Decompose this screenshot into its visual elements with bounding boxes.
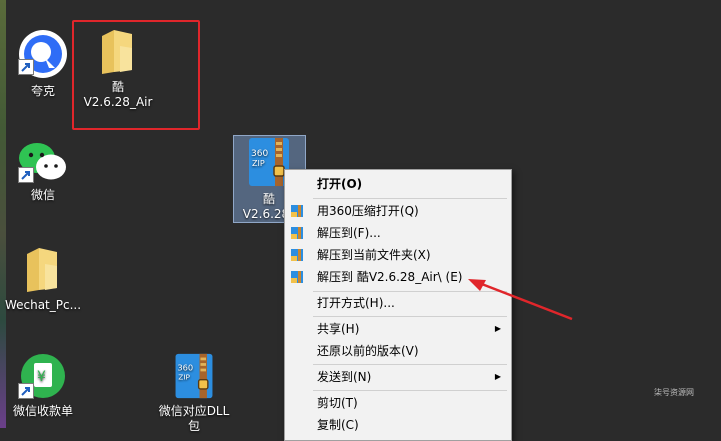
menu-item-share[interactable]: 共享(H) ▶ [285,318,511,340]
360-zip-icon [291,271,303,283]
menu-separator [313,198,507,199]
wechat-pay-desktop-icon[interactable]: ¥ 微信收款单 [4,352,82,419]
submenu-arrow-icon: ▶ [494,324,501,333]
360-zip-icon [291,227,303,239]
folder-desktop-icon[interactable]: 酷 V2.6.28_Air [78,26,158,110]
folder-top-label: 酷 V2.6.28_Air [83,80,153,109]
folder-icon [102,30,132,74]
watermark-text: 柒号资源网 [654,388,694,397]
menu-item-open-with-360zip[interactable]: 用360压缩打开(Q) [285,200,511,222]
menu-item-extract-here[interactable]: 解压到当前文件夹(X) [285,244,511,266]
context-menu: 打开(O) 用360压缩打开(Q) 解压到(F)... 解压到当前文件夹(X) … [284,169,512,441]
menu-separator [313,316,507,317]
shortcut-arrow-icon [18,383,34,399]
360-zip-icon [291,249,303,261]
folder-icon [27,248,57,292]
wechat-pay-label: 微信收款单 [12,404,73,418]
menu-item-copy[interactable]: 复制(C) [285,414,511,436]
menu-separator [313,364,507,365]
dll-zip-label: 微信对应DLL 包 [158,404,230,433]
menu-item-restore-versions[interactable]: 还原以前的版本(V) [285,340,511,362]
svg-text:ZIP: ZIP [178,373,190,382]
360-zip-archive-icon: 360 ZIP [175,353,213,399]
shortcut-arrow-icon [18,167,34,183]
menu-item-open[interactable]: 打开(O) [285,173,511,195]
menu-item-extract-to[interactable]: 解压到(F)... [285,222,511,244]
wechat-pc-folder-desktop-icon[interactable]: Wechat_Pc... [4,244,82,313]
dll-zip-desktop-icon[interactable]: 360 ZIP 微信对应DLL 包 [150,352,238,434]
shortcut-arrow-icon [18,59,34,75]
menu-item-open-with[interactable]: 打开方式(H)... [285,292,511,314]
wechat-pc-label: Wechat_Pc... [4,298,82,312]
menu-item-extract-to-folder[interactable]: 解压到 酷V2.6.28_Air\ (E) [285,266,511,288]
wechat-label: 微信 [30,188,55,202]
menu-item-cut[interactable]: 剪切(T) [285,392,511,414]
quark-desktop-icon[interactable]: 夸克 [4,28,82,99]
svg-text:¥: ¥ [37,369,46,385]
svg-text:ZIP: ZIP [252,159,265,168]
submenu-arrow-icon: ▶ [494,372,501,381]
menu-item-send-to[interactable]: 发送到(N) ▶ [285,366,511,388]
menu-separator [313,390,507,391]
wechat-desktop-icon[interactable]: 微信 [4,140,82,203]
svg-text:360: 360 [177,362,193,372]
quark-label: 夸克 [30,84,55,98]
360-zip-icon [291,205,303,217]
svg-text:360: 360 [251,149,268,159]
